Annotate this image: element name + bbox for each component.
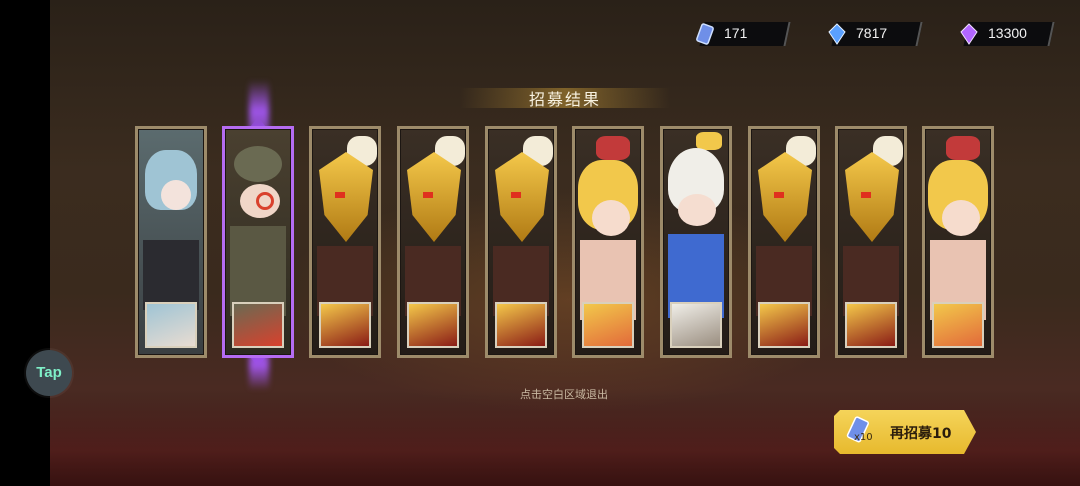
result-card-steampunk-engineer[interactable]: [222, 126, 294, 358]
purple-crystal-count: 13300: [988, 25, 1027, 41]
result-card-golden-fox-mask[interactable]: [485, 126, 557, 358]
left-black-bar: [0, 0, 50, 486]
page-title: 招募结果: [528, 90, 601, 109]
ticket-count: 171: [724, 25, 748, 41]
tap-to-exit-hint: 点击空白区域退出: [520, 388, 608, 401]
card-portrait: [319, 302, 371, 348]
card-portrait: [145, 302, 197, 348]
card-portrait: [932, 302, 984, 348]
recruit-again-label: 再招募10: [890, 426, 952, 442]
result-card-golden-fox-mask[interactable]: [835, 126, 907, 358]
result-card-blonde-clown-girl[interactable]: [922, 126, 994, 358]
tap-label: Tap: [36, 364, 62, 381]
card-portrait: [582, 302, 634, 348]
result-card-blonde-clown-girl[interactable]: [572, 126, 644, 358]
result-card-egg-helmet-kid[interactable]: [660, 126, 732, 358]
card-portrait: [845, 302, 897, 348]
title-banner: 招募结果: [460, 84, 670, 110]
card-portrait: [495, 302, 547, 348]
recruit-count-badge: x10: [854, 432, 873, 443]
recruit-again-button[interactable]: x10 再招募10: [834, 410, 976, 454]
card-portrait: [232, 302, 284, 348]
tap-floating-button[interactable]: Tap: [26, 350, 72, 396]
currency-purple-crystal: 13300: [958, 22, 1055, 46]
result-card-golden-fox-mask[interactable]: [748, 126, 820, 358]
ticket-icon: [696, 23, 714, 45]
currency-blue-crystal: 7817: [826, 22, 923, 46]
currency-tickets: 171: [694, 22, 791, 46]
purple-crystal-icon: [960, 23, 978, 45]
card-portrait: [758, 302, 810, 348]
card-portrait: [407, 302, 459, 348]
result-card-golden-fox-mask[interactable]: [309, 126, 381, 358]
result-card-maid-girl[interactable]: [135, 126, 207, 358]
blue-crystal-icon: [828, 23, 846, 45]
card-portrait: [670, 302, 722, 348]
blue-crystal-count: 7817: [856, 25, 888, 41]
result-card-golden-fox-mask[interactable]: [397, 126, 469, 358]
